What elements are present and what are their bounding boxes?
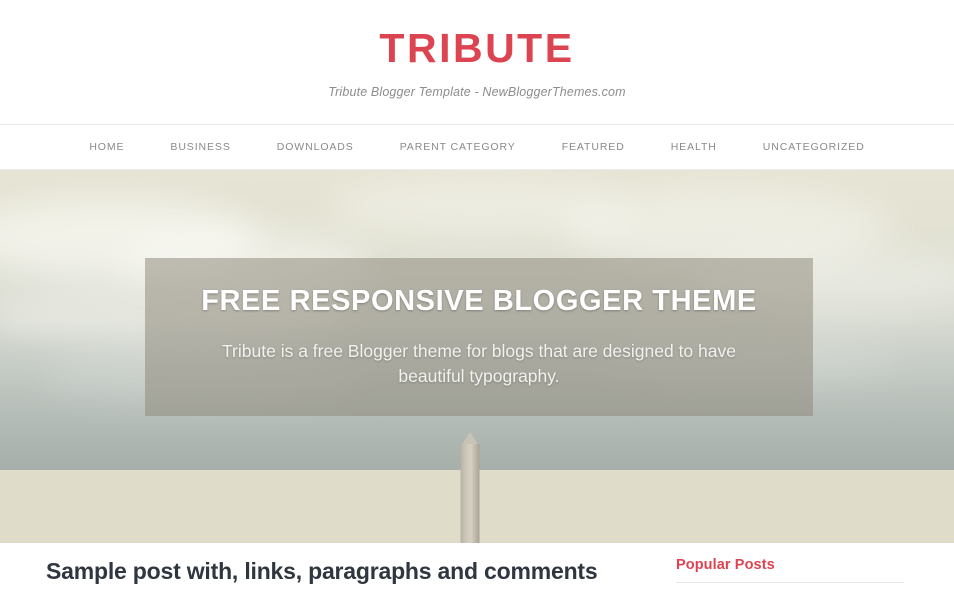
main-navigation: HOME BUSINESS DOWNLOADS PARENT CATEGORY … [0, 125, 954, 170]
sidebar: Popular Posts [660, 557, 954, 600]
content-area: Sample post with, links, paragraphs and … [0, 543, 954, 600]
nav-item-health[interactable]: HEALTH [648, 141, 740, 153]
nav-item-featured[interactable]: FEATURED [539, 141, 648, 153]
nav-item-home[interactable]: HOME [66, 141, 147, 153]
post-title[interactable]: Sample post with, links, paragraphs and … [46, 557, 660, 586]
site-title[interactable]: TRIBUTE [379, 27, 574, 69]
nav-list: HOME BUSINESS DOWNLOADS PARENT CATEGORY … [66, 141, 887, 153]
nav-item-downloads[interactable]: DOWNLOADS [254, 141, 377, 153]
hero-subtitle: Tribute is a free Blogger theme for blog… [222, 340, 736, 386]
nav-item-business[interactable]: BUSINESS [147, 141, 253, 153]
post-column: Sample post with, links, paragraphs and … [0, 557, 660, 600]
widget-divider [676, 582, 904, 583]
popular-posts-widget-title: Popular Posts [676, 557, 775, 573]
site-tagline: Tribute Blogger Template - NewBloggerThe… [328, 84, 626, 99]
site-header: TRIBUTE Tribute Blogger Template - NewBl… [0, 0, 954, 125]
hero-text-overlay: FREE RESPONSIVE BLOGGER THEME Tribute is… [145, 258, 813, 416]
nav-item-parent-category[interactable]: PARENT CATEGORY [377, 141, 539, 153]
hero-banner[interactable]: FREE RESPONSIVE BLOGGER THEME Tribute is… [0, 170, 954, 543]
nav-item-uncategorized[interactable]: UNCATEGORIZED [740, 141, 888, 153]
hero-title: FREE RESPONSIVE BLOGGER THEME [201, 285, 757, 318]
